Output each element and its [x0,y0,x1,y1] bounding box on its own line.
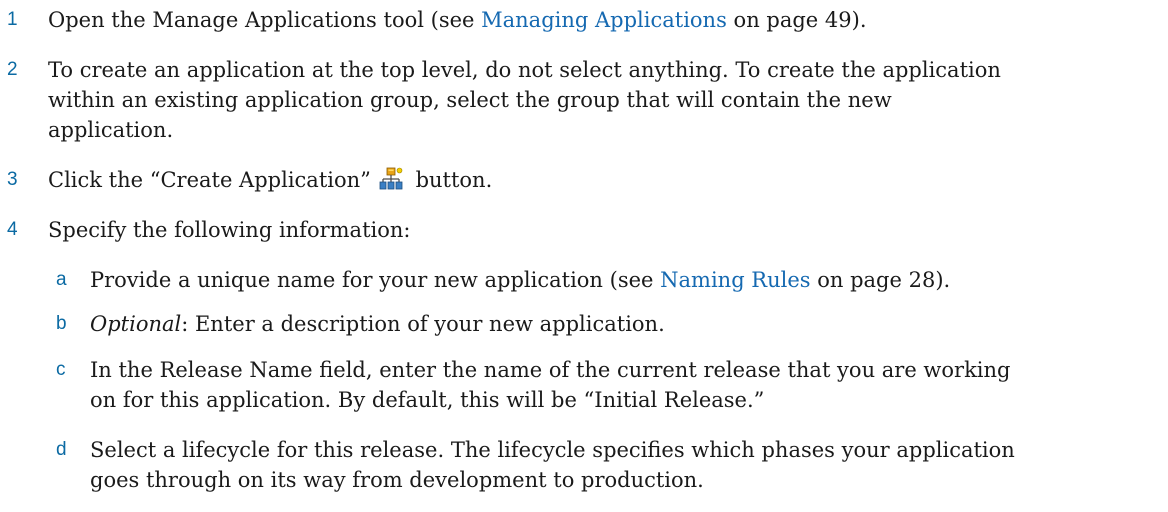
optional-label: Optional [90,312,182,336]
step-text-line: application. [48,118,174,142]
substep-text: Provide a unique name for your new appli… [90,265,1164,295]
substep-letter: d [56,439,67,460]
substep-text-line: Select a lifecycle for this release. The… [90,438,1015,462]
managing-applications-link[interactable]: Managing Applications [481,8,727,32]
step-text: Open the Manage Applications tool (see M… [48,5,1164,35]
step-number: 1 [7,9,18,30]
substep-text-post: : Enter a description of your new applic… [181,312,665,336]
step-text-pre: Open the Manage Applications tool (see [48,8,482,32]
substep-letter: b [56,313,67,334]
naming-rules-link[interactable]: Naming Rules [660,268,810,292]
substep-letter: c [56,359,66,380]
substep-text-post: on page 28). [810,268,951,292]
step-number: 3 [7,169,18,190]
substep-text-line: In the Release Name field, enter the nam… [90,358,1011,382]
step-text-post: button. [408,168,493,192]
substep-text: In the Release Name field, enter the nam… [90,355,1164,415]
step-text: Specify the following information: [48,218,411,242]
substep-letter: a [56,269,67,290]
step-text-line: within an existing application group, se… [48,88,892,112]
substep-text: Select a lifecycle for this release. The… [90,435,1164,495]
step-number: 4 [7,219,18,240]
substep-text-line: on for this application. By default, thi… [90,388,765,412]
substep-text-line: goes through on its way from development… [90,468,704,492]
substep-text: Optional: Enter a description of your ne… [90,309,1164,339]
step-text-pre: Click the “Create Application” [48,168,371,192]
step-text: Click the “Create Application” button. [48,165,1164,195]
substep-text-pre: Provide a unique name for your new appli… [90,268,661,292]
step-number: 2 [7,59,18,80]
step-text-line: To create an application at the top leve… [48,58,1001,82]
step-text-post: on page 49). [726,8,867,32]
step-text: To create an application at the top leve… [48,55,1164,145]
create-application-icon [379,167,403,190]
